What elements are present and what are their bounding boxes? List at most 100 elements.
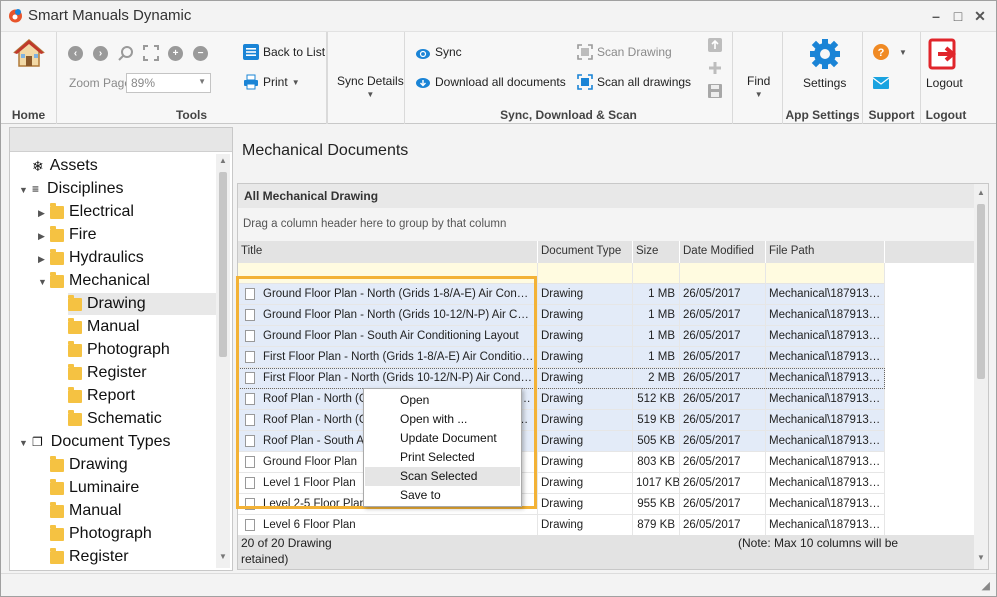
find-button[interactable]: Find ▼ bbox=[747, 74, 770, 99]
download-all-button[interactable]: Download all documents bbox=[415, 74, 566, 90]
logout-button[interactable]: Logout bbox=[926, 38, 963, 90]
back-to-list-button[interactable]: Back to List bbox=[243, 44, 325, 60]
home-icon[interactable] bbox=[13, 37, 45, 69]
tree-item-document-types[interactable]: ❐ Document Types bbox=[32, 431, 171, 453]
filter-row[interactable] bbox=[238, 263, 885, 284]
sync-details-button[interactable]: Sync Details ▼ bbox=[337, 74, 404, 99]
menu-item-save-to[interactable]: Save to bbox=[365, 486, 520, 505]
filter-cell[interactable] bbox=[633, 263, 680, 284]
previous-page-icon[interactable]: ‹ bbox=[68, 46, 83, 61]
tree-item-dt-photograph[interactable]: Photograph bbox=[50, 523, 152, 545]
table-row[interactable]: Level 6 Floor Plan Drawing 879 KB 26/05/201… bbox=[238, 515, 885, 536]
scrollbar-thumb[interactable] bbox=[219, 172, 227, 357]
tree-item-schematic[interactable]: Schematic bbox=[68, 408, 162, 430]
zoom-page-label: Zoom Page bbox=[69, 76, 132, 90]
tree-item-assets[interactable]: ❄ Assets bbox=[32, 155, 98, 177]
menu-item-open[interactable]: Open bbox=[365, 391, 520, 410]
upload-icon[interactable] bbox=[707, 37, 723, 53]
expand-icon[interactable]: ▶ bbox=[38, 231, 45, 242]
zoom-out-icon[interactable]: − bbox=[193, 46, 208, 61]
settings-button[interactable]: Settings bbox=[803, 38, 846, 90]
group-by-panel[interactable]: Drag a column header here to group by th… bbox=[238, 208, 974, 241]
filter-cell[interactable] bbox=[538, 263, 633, 284]
save-icon[interactable] bbox=[707, 83, 723, 99]
column-header-title[interactable]: Title bbox=[238, 241, 538, 263]
table-row[interactable]: Roof Plan - North (Grids 1-8/A-E) Air Co… bbox=[238, 389, 885, 410]
row-type: Drawing bbox=[538, 347, 633, 367]
tree-item-label: Luminaire bbox=[69, 479, 140, 496]
table-row[interactable]: Ground Floor Plan - South Air Conditioni… bbox=[238, 326, 885, 347]
table-row[interactable]: Level 1 Floor Plan Drawing 1017 KB 26/05/20… bbox=[238, 473, 885, 494]
tree-item-report[interactable]: Report bbox=[68, 385, 135, 407]
add-icon[interactable] bbox=[707, 60, 723, 76]
tree-scrollbar[interactable]: ▲ ▼ bbox=[216, 154, 230, 568]
tree-item-dt-manual[interactable]: Manual bbox=[50, 500, 121, 522]
zoom-select[interactable]: 89% ▼ bbox=[126, 73, 211, 93]
tree-item-fire[interactable]: Fire bbox=[50, 224, 97, 246]
scroll-down-icon[interactable]: ▼ bbox=[975, 553, 987, 562]
scroll-down-icon[interactable]: ▼ bbox=[217, 552, 229, 561]
resize-grip-icon[interactable]: ◢ bbox=[982, 579, 990, 592]
column-header-document-type[interactable]: Document Type bbox=[538, 241, 633, 263]
filter-cell[interactable] bbox=[680, 263, 766, 284]
table-row[interactable]: Roof Plan - South Air Conditioning Layou… bbox=[238, 431, 885, 452]
tree-item-photograph[interactable]: Photograph bbox=[68, 339, 170, 361]
menu-item-print-selected[interactable]: Print Selected bbox=[365, 448, 520, 467]
chevron-down-icon: ▼ bbox=[899, 47, 907, 57]
tree-item-dt-luminaire[interactable]: Luminaire bbox=[50, 477, 139, 499]
scrollbar-thumb[interactable] bbox=[977, 204, 985, 379]
column-header-date-modified[interactable]: Date Modified bbox=[680, 241, 766, 263]
table-row[interactable]: First Floor Plan - North (Grids 10-12/N-… bbox=[238, 368, 885, 389]
settings-label: Settings bbox=[803, 76, 847, 90]
close-button[interactable]: ✕ bbox=[969, 5, 991, 27]
document-icon bbox=[245, 519, 255, 531]
table-row[interactable]: Level 2-5 Floor Plan Drawing 955 KB 26/05/2… bbox=[238, 494, 885, 515]
menu-item-open-with[interactable]: Open with ... bbox=[365, 410, 520, 429]
table-row[interactable]: Ground Floor Plan - North (Grids 10-12/N… bbox=[238, 305, 885, 326]
expand-icon[interactable]: ▶ bbox=[38, 254, 45, 265]
tree-item-manual[interactable]: Manual bbox=[68, 316, 139, 338]
tree-item-hydraulics[interactable]: Hydraulics bbox=[50, 247, 144, 269]
email-icon[interactable] bbox=[873, 75, 889, 91]
column-header-file-path[interactable]: File Path bbox=[766, 241, 885, 263]
help-button[interactable]: ? ▼ bbox=[873, 44, 907, 60]
scan-drawing-button[interactable]: Scan Drawing bbox=[577, 44, 672, 60]
zoom-in-icon[interactable]: + bbox=[168, 46, 183, 61]
scroll-up-icon[interactable]: ▲ bbox=[975, 188, 987, 197]
tree-item-mechanical[interactable]: Mechanical bbox=[50, 270, 150, 292]
filter-cell[interactable] bbox=[238, 263, 538, 284]
scroll-up-icon[interactable]: ▲ bbox=[217, 156, 229, 165]
tree-item-dt-drawing[interactable]: Drawing bbox=[50, 454, 128, 476]
tree-item-disciplines[interactable]: ≡ Disciplines bbox=[32, 178, 123, 200]
collapse-icon[interactable]: ▼ bbox=[19, 185, 28, 195]
menu-item-scan-selected[interactable]: Scan Selected bbox=[365, 467, 520, 486]
chevron-down-icon: ▼ bbox=[291, 77, 300, 87]
table-row[interactable]: First Floor Plan - North (Grids 1-8/A-E)… bbox=[238, 347, 885, 368]
tree-item-label: Photograph bbox=[69, 525, 152, 542]
sync-button[interactable]: Sync bbox=[415, 44, 462, 60]
expand-icon[interactable]: ▶ bbox=[38, 208, 45, 219]
tree-item-dt-register[interactable]: Register bbox=[50, 546, 129, 568]
fit-page-icon[interactable] bbox=[143, 45, 159, 61]
collapse-icon[interactable]: ▼ bbox=[19, 438, 28, 448]
zoom-search-icon[interactable] bbox=[118, 45, 134, 61]
folder-icon bbox=[68, 317, 82, 334]
next-page-icon[interactable]: › bbox=[93, 46, 108, 61]
tree-item-drawing[interactable]: Drawing bbox=[68, 293, 216, 315]
maximize-button[interactable]: □ bbox=[947, 5, 969, 27]
tree-item-electrical[interactable]: Electrical bbox=[50, 201, 134, 223]
table-row[interactable]: Ground Floor Plan - North (Grids 1-8/A-E… bbox=[238, 284, 885, 305]
menu-item-update-document[interactable]: Update Document bbox=[365, 429, 520, 448]
grid-scrollbar[interactable]: ▲ ▼ bbox=[974, 184, 988, 569]
table-row[interactable]: Ground Floor Plan Drawing 803 KB 26/05/2017… bbox=[238, 452, 885, 473]
print-button[interactable]: Print ▼ bbox=[243, 74, 300, 90]
tree-item-register[interactable]: Register bbox=[68, 362, 147, 384]
filter-cell[interactable] bbox=[766, 263, 885, 284]
scan-icon bbox=[577, 44, 593, 60]
column-header-size[interactable]: Size bbox=[633, 241, 680, 263]
collapse-icon[interactable]: ▼ bbox=[38, 277, 47, 287]
minimize-button[interactable]: – bbox=[925, 5, 947, 27]
scan-all-button[interactable]: Scan all drawings bbox=[577, 74, 691, 90]
table-row[interactable]: Roof Plan - North (Grids 10-12/N-P) Air … bbox=[238, 410, 885, 431]
navigation-pane: ❄ Assets ▼ ≡ Disciplines ▶ Electrical ▶ Fi… bbox=[9, 127, 233, 571]
